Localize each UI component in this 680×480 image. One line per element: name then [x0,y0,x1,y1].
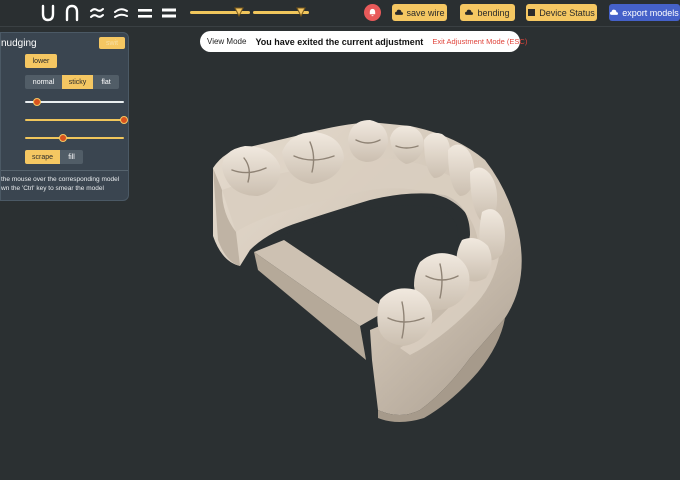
slider-handle[interactable] [32,98,41,106]
fill-button[interactable]: fill [60,150,83,164]
wave-lines-icon[interactable] [89,4,105,22]
double-bars-icon[interactable] [161,4,177,22]
cloud-icon [465,9,474,15]
panel-switch-label: swit [105,39,119,47]
u-curve-icon[interactable] [40,4,56,22]
top-toolbar: save wire bending Device Status export m… [0,0,680,27]
cloud-icon [610,9,619,15]
device-status-label: Device Status [539,7,595,18]
panel-slider-2[interactable] [25,116,128,124]
bending-button[interactable]: bending [460,4,515,21]
top-slider-1[interactable] [190,7,250,17]
mode-flat-label: flat [101,78,111,86]
equal-lines-icon[interactable] [137,4,153,22]
hint-line-2: wn the 'Ctrl' key to smear the model [1,185,104,192]
bell-icon [369,8,376,17]
panel-slider-1[interactable] [25,98,124,106]
export-models-label: export models [622,7,679,18]
save-wire-button[interactable]: save wire [392,4,447,21]
export-models-button[interactable]: export models [609,4,680,21]
mode-sticky-button[interactable]: sticky [62,75,93,89]
view-mode-label: View Mode [207,37,247,46]
slider-thumb-icon[interactable] [234,7,244,17]
panel-divider [1,170,128,171]
scrape-label: scrape [31,153,53,161]
status-message: You have exited the current adjustment [255,36,424,47]
fill-label: fill [68,153,75,161]
mode-normal-label: normal [32,78,55,86]
save-wire-label: save wire [406,7,445,18]
top-slider-2[interactable] [253,7,309,17]
lower-label: lower [32,57,50,65]
cloud-icon [394,9,403,15]
arch-curve-icon[interactable] [64,4,80,22]
panel-title: nudging [1,38,37,49]
exit-adjustment-link[interactable]: Exit Adjustment Mode (ESC) [432,37,527,46]
panel-hint: the mouse over the corresponding model w… [1,175,119,193]
status-bar: View Mode You have exited the current ad… [200,31,527,52]
dental-arch-model[interactable] [200,110,530,425]
scrape-button[interactable]: scrape [25,150,60,164]
hint-line-1: the mouse over the corresponding model [1,176,120,183]
lower-button[interactable]: lower [25,54,57,68]
device-icon [528,9,536,16]
mode-normal-button[interactable]: normal [25,75,62,89]
slider-handle[interactable] [58,134,67,142]
mode-sticky-label: sticky [68,78,87,86]
double-curve-icon[interactable] [113,4,129,22]
device-status-button[interactable]: Device Status [526,4,597,21]
slider-handle[interactable] [120,116,128,124]
panel-slider-3[interactable] [25,134,124,142]
slider-thumb-icon[interactable] [296,7,306,17]
notification-button[interactable] [364,4,381,21]
panel-switch-button[interactable]: swit [99,37,125,49]
nudging-panel: nudging swit lower normal sticky flat sc… [0,32,129,201]
mode-flat-button[interactable]: flat [93,75,119,89]
bending-label: bending [477,7,510,18]
